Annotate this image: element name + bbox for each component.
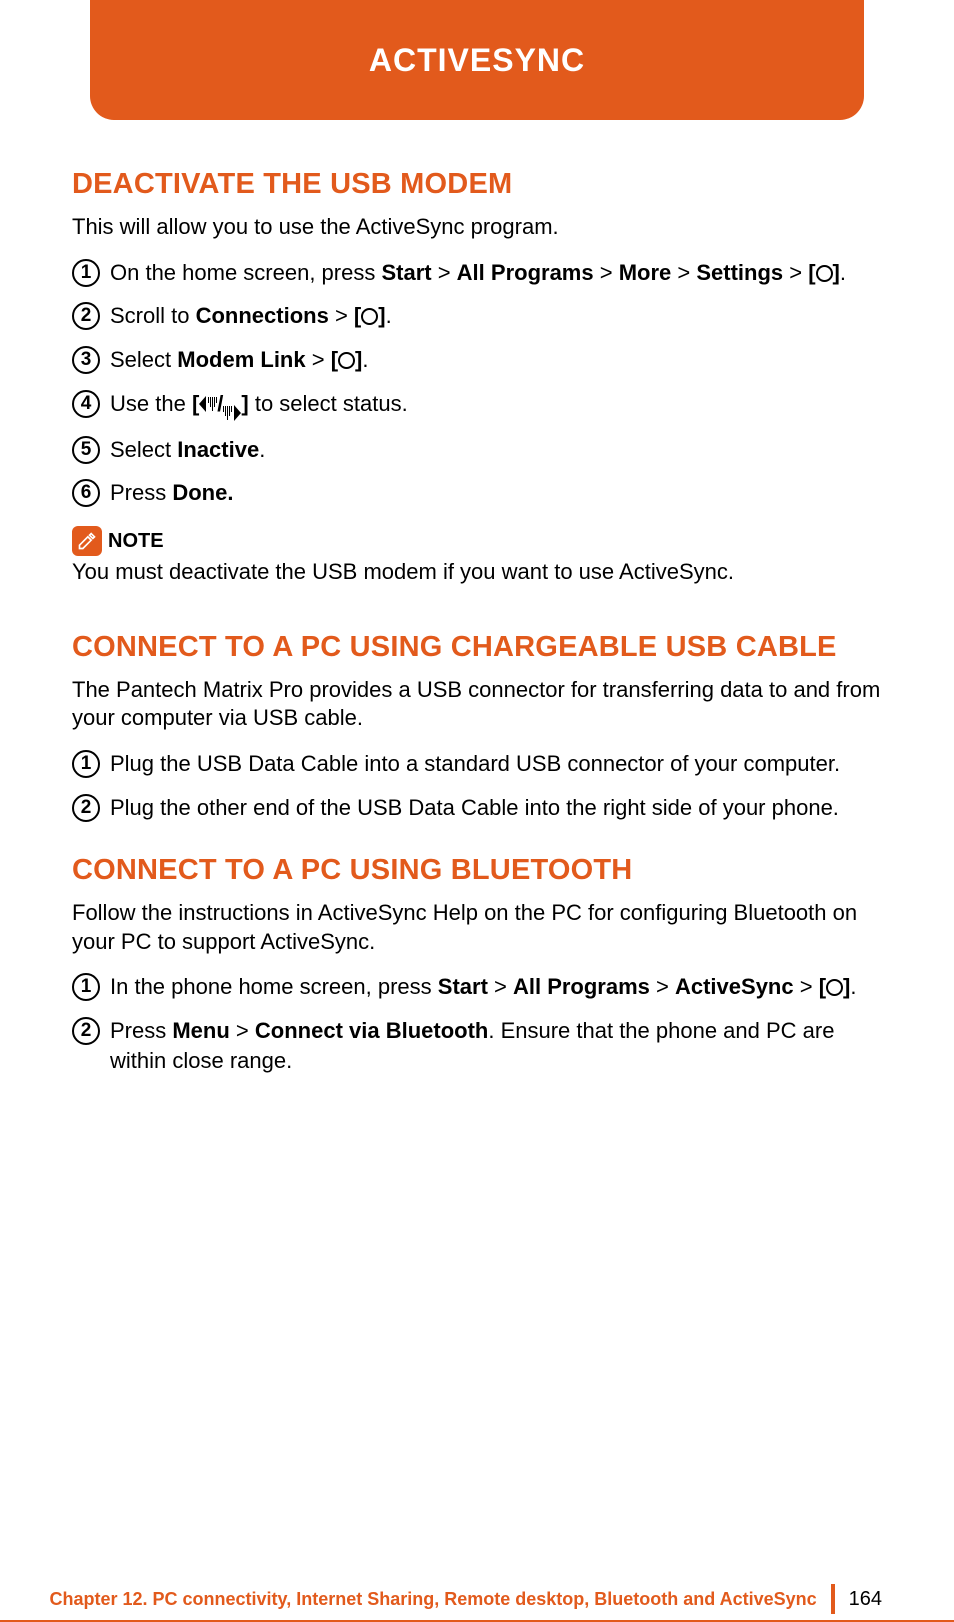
- step-number: 4: [72, 390, 100, 418]
- step-number: 3: [72, 346, 100, 374]
- step-item: 2 Plug the other end of the USB Data Cab…: [72, 793, 882, 823]
- step-item: 3 Select Modem Link > [].: [72, 345, 882, 375]
- section-bt-steps: 1 In the phone home screen, press Start …: [72, 972, 882, 1075]
- step-text: Press Done.: [110, 478, 882, 508]
- ok-circle-icon: [338, 352, 355, 369]
- chapter-label: Chapter 12. PC connectivity, Internet Sh…: [49, 1589, 830, 1610]
- step-item: 2 Scroll to Connections > [].: [72, 301, 882, 331]
- step-number: 2: [72, 1017, 100, 1045]
- section-bt-intro: Follow the instructions in ActiveSync He…: [72, 899, 882, 956]
- section-usb-intro: The Pantech Matrix Pro provides a USB co…: [72, 676, 882, 733]
- page-footer: Chapter 12. PC connectivity, Internet Sh…: [0, 1562, 954, 1622]
- step-item: 1 In the phone home screen, press Start …: [72, 972, 882, 1002]
- step-text: Plug the other end of the USB Data Cable…: [110, 793, 882, 823]
- left-arrows-icon: [199, 396, 217, 412]
- step-item: 2 Press Menu > Connect via Bluetooth. En…: [72, 1016, 882, 1075]
- step-number: 1: [72, 973, 100, 1001]
- ok-circle-icon: [816, 265, 833, 282]
- step-number: 6: [72, 479, 100, 507]
- step-text: On the home screen, press Start > All Pr…: [110, 258, 882, 288]
- page-header-tab: ACTIVESYNC: [90, 0, 864, 120]
- step-item: 1 On the home screen, press Start > All …: [72, 258, 882, 288]
- step-text: Plug the USB Data Cable into a standard …: [110, 749, 882, 779]
- section-deactivate-intro: This will allow you to use the ActiveSyn…: [72, 213, 882, 242]
- step-item: 6 Press Done.: [72, 478, 882, 508]
- step-item: 5 Select Inactive.: [72, 435, 882, 465]
- step-text: Press Menu > Connect via Bluetooth. Ensu…: [110, 1016, 882, 1075]
- page-header-title: ACTIVESYNC: [369, 42, 585, 79]
- note-pencil-icon: [72, 526, 102, 556]
- step-number: 1: [72, 259, 100, 287]
- section-deactivate-title: DEACTIVATE THE USB MODEM: [72, 168, 882, 201]
- step-text: In the phone home screen, press Start > …: [110, 972, 882, 1002]
- ok-circle-icon: [826, 979, 843, 996]
- step-number: 2: [72, 302, 100, 330]
- footer-divider: [831, 1584, 835, 1614]
- section-usb-steps: 1 Plug the USB Data Cable into a standar…: [72, 749, 882, 822]
- section-deactivate-steps: 1 On the home screen, press Start > All …: [72, 258, 882, 508]
- step-text: Select Modem Link > [].: [110, 345, 882, 375]
- note-block: NOTE You must deactivate the USB modem i…: [72, 526, 882, 587]
- step-text: Use the [/] to select status.: [110, 389, 882, 421]
- right-arrows-icon: [223, 405, 241, 421]
- note-text: You must deactivate the USB modem if you…: [72, 558, 882, 587]
- section-bt-title: CONNECT TO A PC USING BLUETOOTH: [72, 854, 882, 887]
- step-number: 5: [72, 436, 100, 464]
- footer-row: Chapter 12. PC connectivity, Internet Sh…: [49, 1584, 954, 1614]
- note-label: NOTE: [108, 530, 164, 553]
- page-content: DEACTIVATE THE USB MODEM This will allow…: [72, 168, 882, 1093]
- page-number: 164: [849, 1588, 954, 1611]
- section-usb-title: CONNECT TO A PC USING CHARGEABLE USB CAB…: [72, 631, 882, 664]
- step-item: 4 Use the [/] to select status.: [72, 389, 882, 421]
- step-item: 1 Plug the USB Data Cable into a standar…: [72, 749, 882, 779]
- step-text: Select Inactive.: [110, 435, 882, 465]
- step-number: 2: [72, 794, 100, 822]
- step-number: 1: [72, 750, 100, 778]
- note-header: NOTE: [72, 526, 882, 556]
- step-text: Scroll to Connections > [].: [110, 301, 882, 331]
- ok-circle-icon: [361, 308, 378, 325]
